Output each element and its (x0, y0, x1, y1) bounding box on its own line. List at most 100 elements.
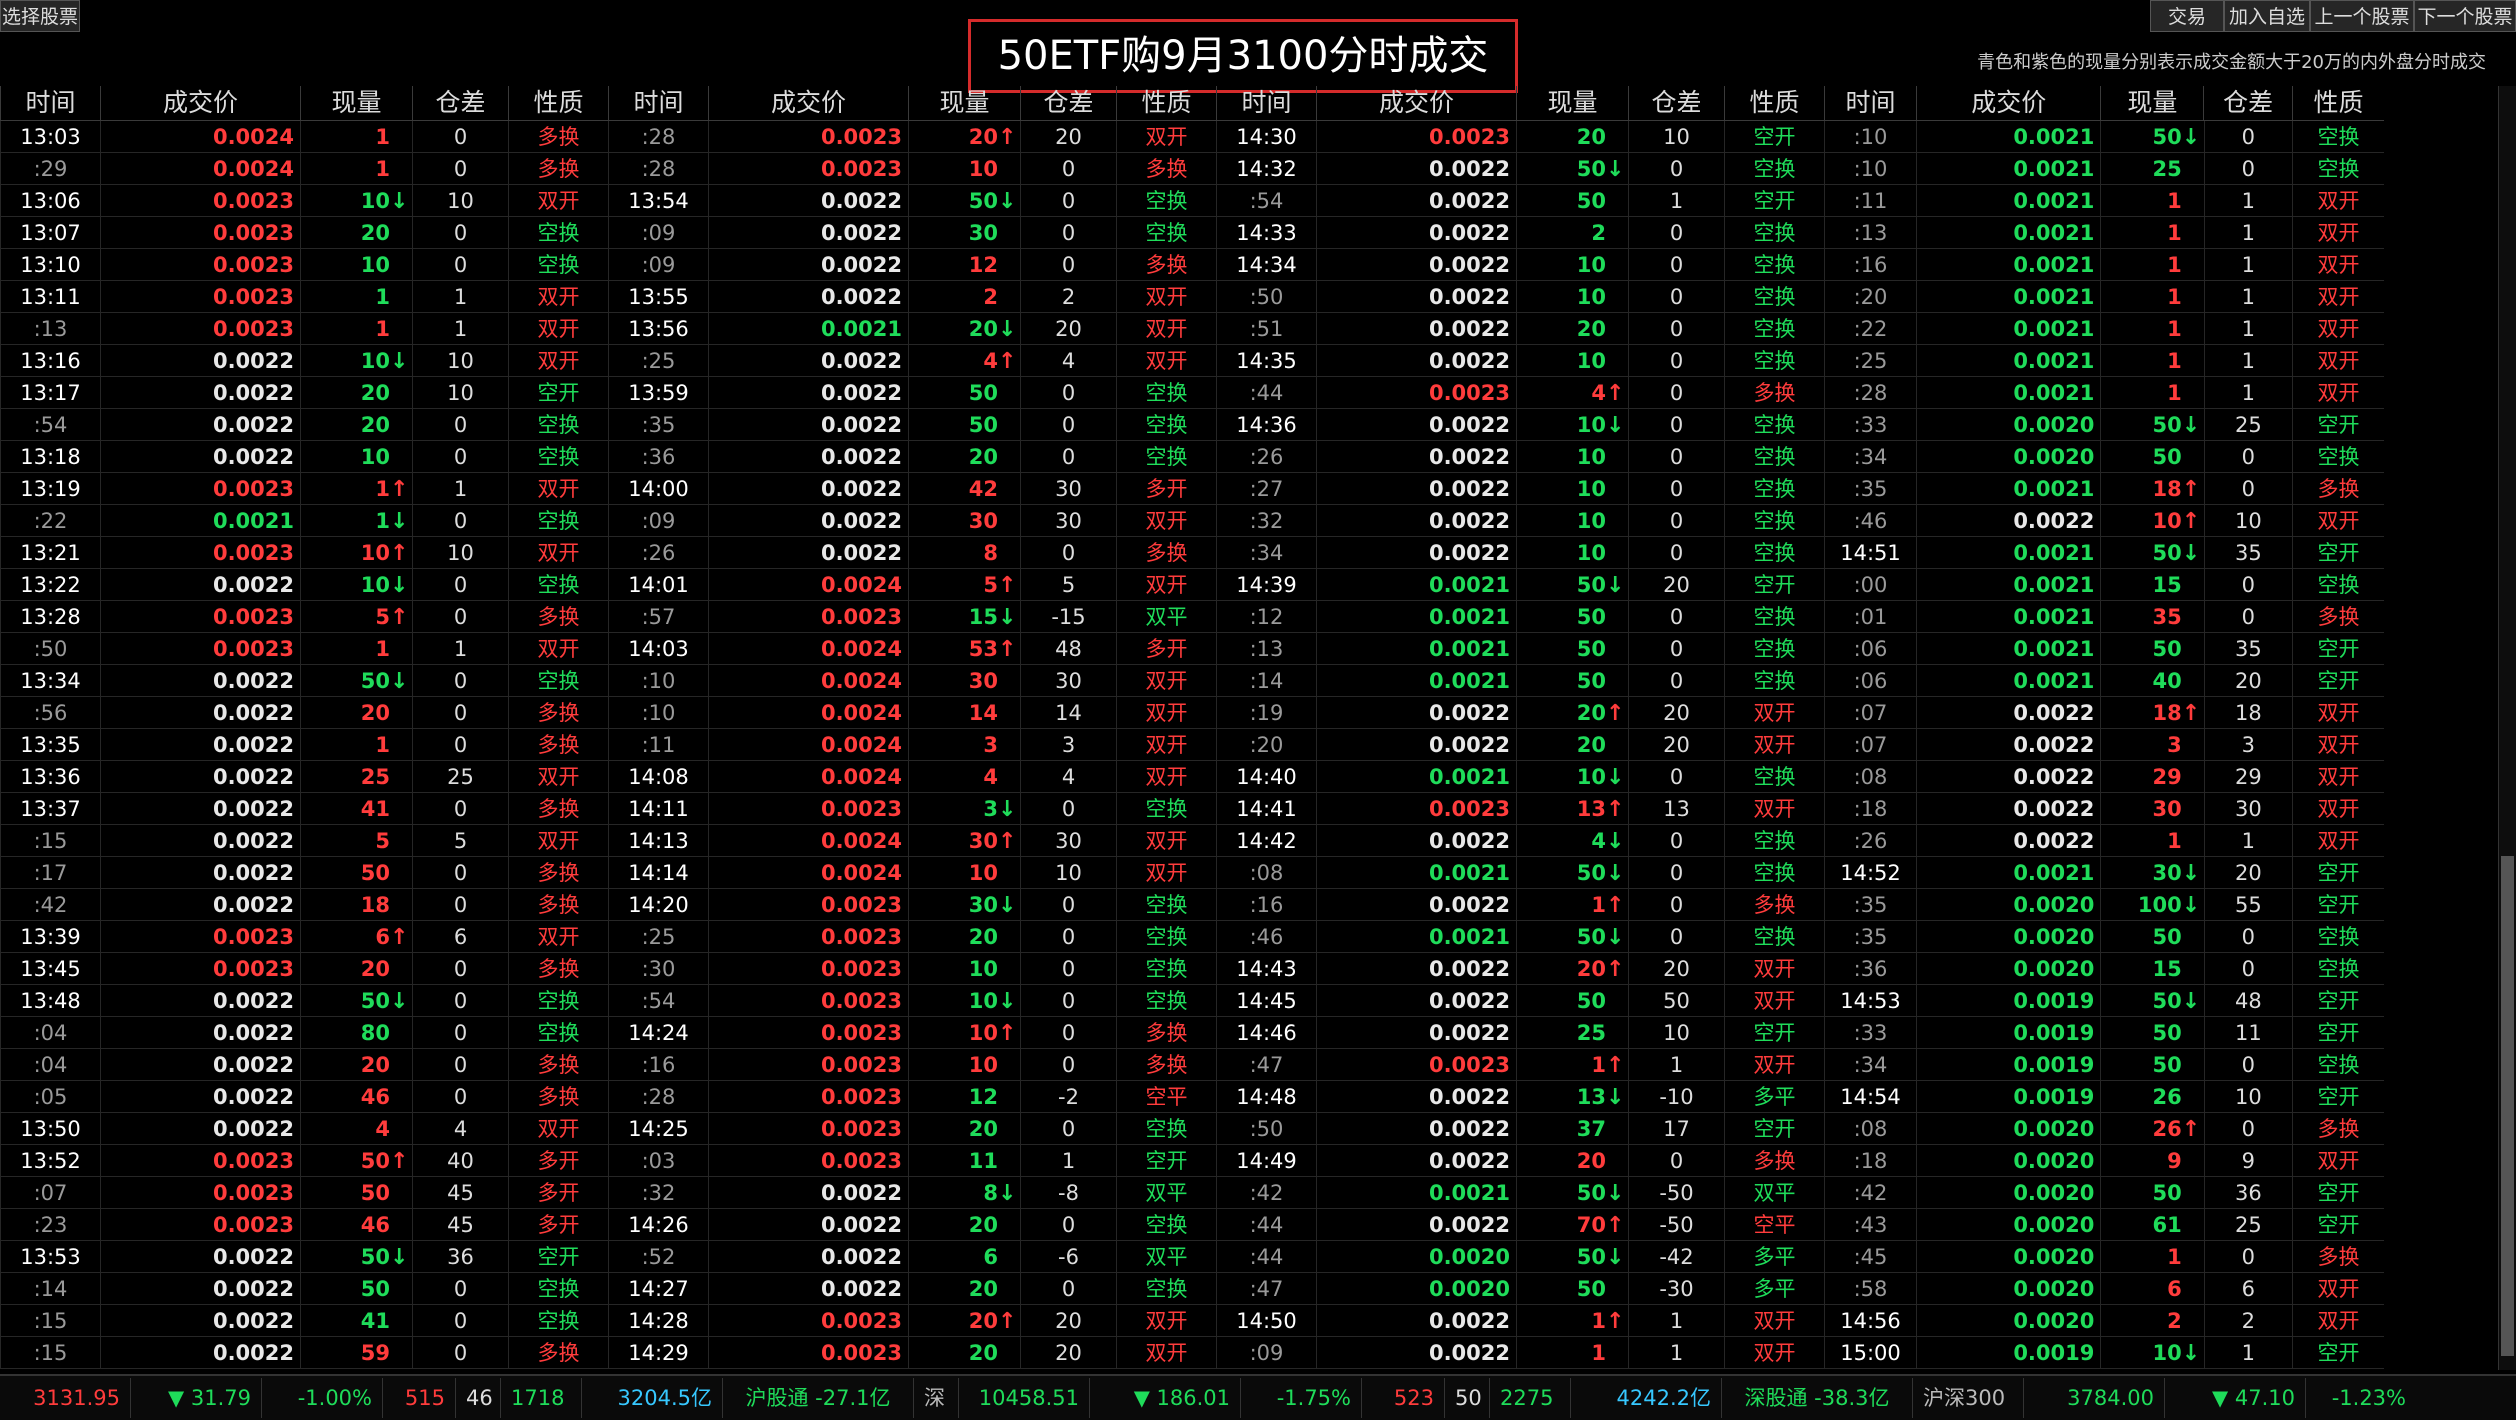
table-row[interactable]: :26 0.0022 10 0 空换 (1216, 441, 1824, 473)
table-row[interactable]: :10 0.0024 30 30 双开 (608, 665, 1216, 697)
table-row[interactable]: 13:36 0.0022 25 25 双开 (0, 761, 608, 793)
table-row[interactable]: :04 0.0022 80 0 空换 (0, 1017, 608, 1049)
column-header[interactable]: 成交价 (100, 86, 300, 120)
column-header[interactable]: 仓差 (1020, 86, 1116, 120)
column-header[interactable]: 性质 (1116, 86, 1216, 120)
table-row[interactable]: :50 0.0022 37 17 空开 (1216, 1113, 1824, 1145)
table-row[interactable]: 13:06 0.0023 10↓ 10 双开 (0, 185, 608, 217)
table-row[interactable]: 13:48 0.0022 50↓ 0 空换 (0, 985, 608, 1017)
table-row[interactable]: 14:34 0.0022 10 0 空换 (1216, 249, 1824, 281)
table-row[interactable]: 13:52 0.0023 50↑ 40 多开 (0, 1145, 608, 1177)
table-row[interactable]: :34 0.0020 50 0 空换 (1824, 441, 2384, 473)
table-row[interactable]: :22 0.0021 1 1 双开 (1824, 313, 2384, 345)
table-row[interactable]: :01 0.0021 35 0 多换 (1824, 601, 2384, 633)
column-header[interactable]: 时间 (1824, 86, 1916, 120)
table-row[interactable]: :10 0.0021 50↓ 0 空换 (1824, 121, 2384, 153)
table-row[interactable]: :47 0.0020 50 -30 多平 (1216, 1273, 1824, 1305)
column-header[interactable]: 时间 (608, 86, 708, 120)
table-row[interactable]: :08 0.0021 50↓ 0 空换 (1216, 857, 1824, 889)
table-row[interactable]: :15 0.0022 41 0 空换 (0, 1305, 608, 1337)
column-header[interactable]: 仓差 (2203, 86, 2291, 120)
table-row[interactable]: :20 0.0021 1 1 双开 (1824, 281, 2384, 313)
table-row[interactable]: :04 0.0022 20 0 多换 (0, 1049, 608, 1081)
table-row[interactable]: 13:59 0.0022 50 0 空换 (608, 377, 1216, 409)
column-header[interactable]: 性质 (508, 86, 608, 120)
table-row[interactable]: 14:03 0.0024 53↑ 48 多开 (608, 633, 1216, 665)
table-row[interactable]: :50 0.0022 10 0 空换 (1216, 281, 1824, 313)
table-row[interactable]: :16 0.0023 10 0 多换 (608, 1049, 1216, 1081)
table-row[interactable]: 13:50 0.0022 4 4 双开 (0, 1113, 608, 1145)
table-row[interactable]: 13:53 0.0022 50↓ 36 空开 (0, 1241, 608, 1273)
table-row[interactable]: 14:56 0.0020 2 2 双开 (1824, 1305, 2384, 1337)
table-row[interactable]: 14:26 0.0022 20 0 空换 (608, 1209, 1216, 1241)
table-row[interactable]: 13:39 0.0023 6↑ 6 双开 (0, 921, 608, 953)
table-row[interactable]: 14:33 0.0022 2 0 空换 (1216, 217, 1824, 249)
table-row[interactable]: :19 0.0022 20↑ 20 双开 (1216, 697, 1824, 729)
table-row[interactable]: :07 0.0022 18↑ 18 双开 (1824, 697, 2384, 729)
table-row[interactable]: :11 0.0024 3 3 双开 (608, 729, 1216, 761)
table-row[interactable]: 14:01 0.0024 5↑ 5 双开 (608, 569, 1216, 601)
table-row[interactable]: :13 0.0023 1 1 双开 (0, 313, 608, 345)
table-row[interactable]: :12 0.0021 50 0 空换 (1216, 601, 1824, 633)
table-row[interactable]: :42 0.0020 50 36 空开 (1824, 1177, 2384, 1209)
table-row[interactable]: :18 0.0022 30 30 双开 (1824, 793, 2384, 825)
table-row[interactable]: 15:00 0.0019 10↓ 1 空开 (1824, 1337, 2384, 1369)
table-row[interactable]: :08 0.0022 29 29 双开 (1824, 761, 2384, 793)
table-row[interactable]: 14:29 0.0023 20 20 双开 (608, 1337, 1216, 1369)
table-row[interactable]: :23 0.0023 46 45 多开 (0, 1209, 608, 1241)
table-row[interactable]: 13:03 0.0024 1 0 多换 (0, 121, 608, 153)
table-row[interactable]: :32 0.0022 8↓ -8 双平 (608, 1177, 1216, 1209)
table-row[interactable]: :42 0.0022 18 0 多换 (0, 889, 608, 921)
table-row[interactable]: :16 0.0022 1↑ 0 多换 (1216, 889, 1824, 921)
table-row[interactable]: 14:40 0.0021 10↓ 0 空换 (1216, 761, 1824, 793)
table-row[interactable]: 13:11 0.0023 1 1 双开 (0, 281, 608, 313)
column-header[interactable]: 成交价 (1916, 86, 2100, 120)
table-row[interactable]: 14:00 0.0022 42 30 多开 (608, 473, 1216, 505)
table-row[interactable]: :33 0.0020 50↓ 25 空开 (1824, 409, 2384, 441)
table-row[interactable]: :46 0.0022 10↑ 10 双开 (1824, 505, 2384, 537)
table-row[interactable]: 14:30 0.0023 20 10 空开 (1216, 121, 1824, 153)
scrollbar-thumb[interactable] (2501, 856, 2514, 1356)
table-row[interactable]: :45 0.0020 1 0 多换 (1824, 1241, 2384, 1273)
table-row[interactable]: 14:27 0.0022 20 0 空换 (608, 1273, 1216, 1305)
table-row[interactable]: :44 0.0020 50↓ -42 多平 (1216, 1241, 1824, 1273)
column-header[interactable]: 现量 (300, 86, 412, 120)
table-row[interactable]: 13:22 0.0022 10↓ 0 空换 (0, 569, 608, 601)
column-header[interactable]: 仓差 (1628, 86, 1724, 120)
table-row[interactable]: 13:54 0.0022 50↓ 0 空换 (608, 185, 1216, 217)
table-row[interactable]: 13:16 0.0022 10↓ 10 双开 (0, 345, 608, 377)
table-row[interactable]: :13 0.0021 50 0 空换 (1216, 633, 1824, 665)
column-header[interactable]: 性质 (1724, 86, 1824, 120)
table-row[interactable]: 14:25 0.0023 20 0 空换 (608, 1113, 1216, 1145)
table-row[interactable]: 14:43 0.0022 20↑ 20 双开 (1216, 953, 1824, 985)
table-row[interactable]: :11 0.0021 1 1 双开 (1824, 185, 2384, 217)
table-row[interactable]: :34 0.0022 10 0 空换 (1216, 537, 1824, 569)
table-row[interactable]: :09 0.0022 30 0 空换 (608, 217, 1216, 249)
table-row[interactable]: :27 0.0022 10 0 空换 (1216, 473, 1824, 505)
table-row[interactable]: :54 0.0022 20 0 空换 (0, 409, 608, 441)
table-row[interactable]: 13:34 0.0022 50↓ 0 空换 (0, 665, 608, 697)
table-row[interactable]: :58 0.0020 6 6 双开 (1824, 1273, 2384, 1305)
column-header[interactable]: 时间 (0, 86, 100, 120)
table-row[interactable]: 14:50 0.0022 1↑ 1 双开 (1216, 1305, 1824, 1337)
table-row[interactable]: :51 0.0022 20 0 空换 (1216, 313, 1824, 345)
select-stock-button[interactable]: 选择股票 (0, 0, 80, 32)
table-row[interactable]: :25 0.0021 1 1 双开 (1824, 345, 2384, 377)
table-row[interactable]: 14:39 0.0021 50↓ 20 空开 (1216, 569, 1824, 601)
table-row[interactable]: 13:56 0.0021 20↓ 20 双开 (608, 313, 1216, 345)
table-row[interactable]: :35 0.0020 100↓ 55 空开 (1824, 889, 2384, 921)
table-row[interactable]: :10 0.0021 25 0 空换 (1824, 153, 2384, 185)
table-row[interactable]: 14:08 0.0024 4 4 双开 (608, 761, 1216, 793)
table-row[interactable]: :17 0.0022 50 0 多换 (0, 857, 608, 889)
table-row[interactable]: :30 0.0023 10 0 空换 (608, 953, 1216, 985)
table-row[interactable]: :14 0.0021 50 0 空换 (1216, 665, 1824, 697)
table-row[interactable]: 14:52 0.0021 30↓ 20 空开 (1824, 857, 2384, 889)
table-row[interactable]: :25 0.0022 4↑ 4 双开 (608, 345, 1216, 377)
table-row[interactable]: :29 0.0024 1 0 多换 (0, 153, 608, 185)
table-row[interactable]: :33 0.0019 50 11 空开 (1824, 1017, 2384, 1049)
table-row[interactable]: :26 0.0022 8 0 多换 (608, 537, 1216, 569)
table-row[interactable]: 14:54 0.0019 26 10 空开 (1824, 1081, 2384, 1113)
table-row[interactable]: :03 0.0023 11 1 空开 (608, 1145, 1216, 1177)
table-row[interactable]: :46 0.0021 50↓ 0 空换 (1216, 921, 1824, 953)
table-row[interactable]: :56 0.0022 20 0 多换 (0, 697, 608, 729)
